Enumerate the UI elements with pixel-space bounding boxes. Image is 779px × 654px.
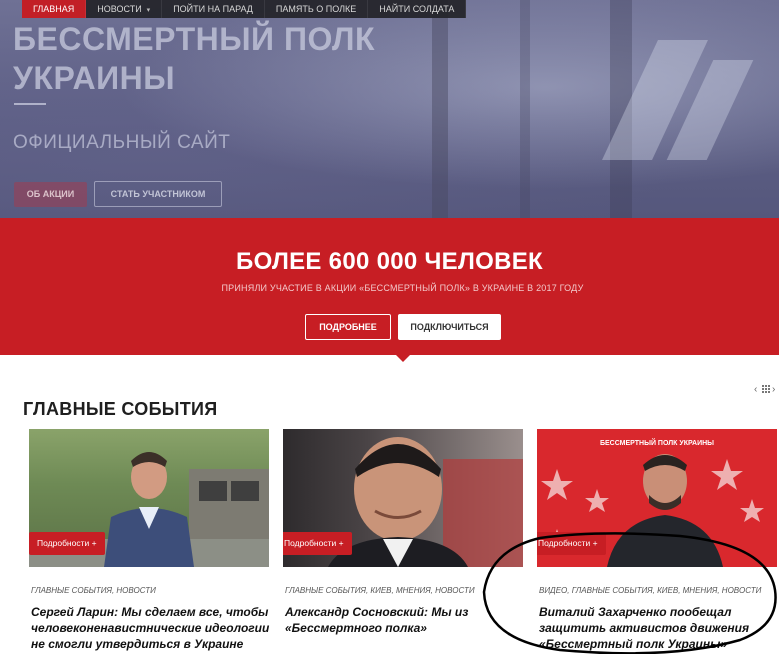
- news-headline[interactable]: Сергей Ларин: Мы сделаем все, чтобы чело…: [31, 604, 276, 652]
- nav-item-label: НАЙТИ СОЛДАТА: [379, 4, 455, 14]
- nav-item-label: НОВОСТИ: [97, 4, 142, 14]
- chevron-down-icon: ▾: [146, 7, 151, 14]
- section-title: ГЛАВНЫЕ СОБЫТИЯ: [23, 399, 218, 419]
- news-thumbnail[interactable]: Подробности +: [29, 429, 269, 567]
- nav-item-label: ГЛАВНАЯ: [33, 4, 75, 14]
- nav-item-label: ПОЙТИ НА ПАРАД: [173, 4, 253, 14]
- hero-divider: [14, 103, 46, 105]
- about-action-button[interactable]: ОБ АКЦИИ: [14, 182, 87, 207]
- nav-item-label: ПАМЯТЬ О ПОЛКЕ: [275, 4, 357, 14]
- hero-section: ГЛАВНАЯ НОВОСТИ ▾ ПОЙТИ НА ПАРАД ПАМЯТЬ О…: [0, 0, 779, 218]
- nav-item-memory[interactable]: ПАМЯТЬ О ПОЛКЕ: [265, 0, 369, 18]
- connect-button[interactable]: ПОДКЛЮЧИТЬСЯ: [398, 314, 501, 340]
- hero-subtitle: ОФИЦИАЛЬНЫЙ САЙТ: [13, 132, 231, 153]
- grid-icon[interactable]: [762, 385, 771, 394]
- annotation-ellipse: [482, 532, 777, 654]
- hero-background-tree: [432, 0, 448, 218]
- nav-item-news[interactable]: НОВОСТИ ▾: [86, 0, 163, 18]
- news-card: Подробности + ГЛАВНЫЕ СОБЫТИЯ, НОВОСТИ С…: [29, 429, 269, 651]
- read-more-button[interactable]: Подробности +: [283, 532, 352, 555]
- hero-title-line: УКРАИНЫ: [13, 60, 176, 96]
- nav-item-find-soldier[interactable]: НАЙТИ СОЛДАТА: [368, 0, 467, 18]
- details-button[interactable]: ПОДРОБНЕЕ: [305, 314, 391, 340]
- hero-title-line: БЕССМЕРТНЫЙ ПОЛК: [13, 21, 376, 57]
- chevron-right-icon[interactable]: ›: [772, 384, 775, 395]
- read-more-button[interactable]: Подробности +: [29, 532, 105, 555]
- chevron-left-icon[interactable]: ‹: [754, 384, 757, 395]
- stats-banner: БОЛЕЕ 600 000 ЧЕЛОВЕК ПРИНЯЛИ УЧАСТИЕ В …: [0, 218, 779, 355]
- banner-subtitle: ПРИНЯЛИ УЧАСТИЕ В АКЦИИ «БЕССМЕРТНЫЙ ПОЛ…: [221, 283, 584, 293]
- news-categories[interactable]: ГЛАВНЫЕ СОБЫТИЯ, КИЕВ, МНЕНИЯ, НОВОСТИ: [285, 586, 475, 595]
- nav-item-parade[interactable]: ПОЙТИ НА ПАРАД: [162, 0, 265, 18]
- banner-title: БОЛЕЕ 600 000 ЧЕЛОВЕК: [236, 248, 543, 275]
- nav-item-home[interactable]: ГЛАВНАЯ: [22, 0, 87, 18]
- hero-title: БЕССМЕРТНЫЙ ПОЛК УКРАИНЫ: [13, 20, 375, 98]
- main-navigation: ГЛАВНАЯ НОВОСТИ ▾ ПОЙТИ НА ПАРАД ПАМЯТЬ О…: [22, 0, 467, 18]
- banner-pointer: [396, 355, 410, 362]
- news-categories[interactable]: ГЛАВНЫЕ СОБЫТИЯ, НОВОСТИ: [31, 586, 156, 595]
- hero-background-tree: [520, 0, 530, 218]
- become-participant-button[interactable]: СТАТЬ УЧАСТНИКОМ: [94, 181, 222, 207]
- photo-backdrop-text: БЕССМЕРТНЫЙ ПОЛК УКРАИНЫ: [600, 438, 714, 447]
